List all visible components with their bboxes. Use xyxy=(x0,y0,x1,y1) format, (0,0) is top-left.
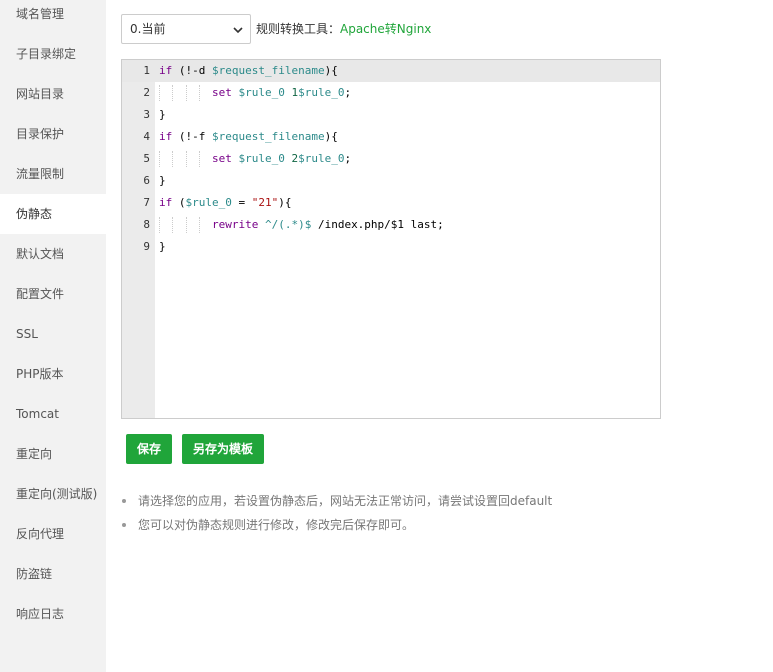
code-line: 3} xyxy=(122,104,660,126)
sidebar-item[interactable]: 重定向 xyxy=(0,434,106,474)
line-number: 8 xyxy=(143,218,150,231)
bullet-icon xyxy=(122,499,126,503)
sidebar-item[interactable]: 防盗链 xyxy=(0,554,106,594)
code-token: ^/(.*) xyxy=(258,218,305,231)
sidebar-item[interactable]: 子目录绑定 xyxy=(0,34,106,74)
code-line: 9} xyxy=(122,236,660,258)
code-token: $rule_0 xyxy=(298,86,345,99)
help-note: 您可以对伪静态规则进行修改，修改完后保存即可。 xyxy=(120,515,552,539)
sidebar-item[interactable]: 配置文件 xyxy=(0,274,106,314)
sidebar-item[interactable]: 反向代理 xyxy=(0,514,106,554)
code-token: (!-d xyxy=(172,64,212,77)
code-token: $rule_0 xyxy=(238,86,285,99)
code-token: rewrite xyxy=(211,218,259,231)
line-number: 6 xyxy=(143,174,150,187)
sidebar-item[interactable]: 默认文档 xyxy=(0,234,106,274)
code-token: /index.php/$1 last; xyxy=(311,218,444,231)
sidebar: 域名管理 子目录绑定 网站目录 目录保护 流量限制 伪静态 默认文档 配置文件 SSL PHP版本… xyxy=(0,0,106,672)
code-token: ; xyxy=(344,152,352,165)
code-text: if (!-d $request_filename){ xyxy=(159,60,338,82)
save-as-template-button[interactable]: 另存为模板 xyxy=(182,434,264,464)
line-number: 7 xyxy=(143,196,150,209)
code-token: ; xyxy=(344,86,352,99)
code-token: } xyxy=(159,174,166,187)
code-token: if xyxy=(159,130,173,143)
code-token: set xyxy=(211,86,232,99)
code-text: set $rule_0 2$rule_0; xyxy=(159,148,351,170)
sidebar-item[interactable]: PHP版本 xyxy=(0,354,106,394)
code-token: if xyxy=(159,64,173,77)
code-token: $rule_0 xyxy=(185,196,232,209)
help-note-text: 请选择您的应用，若设置伪静态后，网站无法正常访问，请尝试设置回default xyxy=(138,494,553,508)
code-token: (!-f xyxy=(172,130,212,143)
code-token: $rule_0 xyxy=(238,152,285,165)
sidebar-item[interactable]: 域名管理 xyxy=(0,0,106,34)
code-token: $request_filename xyxy=(212,130,325,143)
line-number: 4 xyxy=(143,130,150,143)
help-note-text: 您可以对伪静态规则进行修改，修改完后保存即可。 xyxy=(138,518,415,532)
version-select-value: 0.当前 xyxy=(130,22,166,36)
sidebar-item[interactable]: 网站目录 xyxy=(0,74,106,114)
code-text: if (!-f $request_filename){ xyxy=(159,126,338,148)
bullet-icon xyxy=(122,523,126,527)
sidebar-item[interactable]: SSL xyxy=(0,314,106,354)
code-line: 5 set $rule_0 2$rule_0; xyxy=(122,148,660,170)
code-token: $rule_0 xyxy=(298,152,345,165)
code-token: ){ xyxy=(278,196,292,209)
code-text: } xyxy=(159,104,166,126)
code-line: 1 if (!-d $request_filename){ xyxy=(122,60,660,82)
version-select[interactable]: 0.当前 xyxy=(121,14,251,44)
chevron-down-icon xyxy=(233,27,243,34)
rewrite-code-editor[interactable]: 1 if (!-d $request_filename){2 set $rule_… xyxy=(121,59,661,419)
code-line: 7 if ($rule_0 = "21"){ xyxy=(122,192,660,214)
code-text: set $rule_0 1$rule_0; xyxy=(159,82,351,104)
line-number: 3 xyxy=(143,108,150,121)
code-text: } xyxy=(159,170,166,192)
code-token: ){ xyxy=(324,130,338,143)
code-line: 8 rewrite ^/(.*)$ /index.php/$1 last; xyxy=(122,214,660,236)
help-note: 请选择您的应用，若设置伪静态后，网站无法正常访问，请尝试设置回default xyxy=(120,491,552,515)
line-number: 9 xyxy=(143,240,150,253)
code-line: 2 set $rule_0 1$rule_0; xyxy=(122,82,660,104)
code-token: $request_filename xyxy=(212,64,325,77)
line-number: 2 xyxy=(143,86,150,99)
sidebar-item[interactable]: 重定向(测试版) xyxy=(0,474,106,514)
help-notes: 请选择您的应用，若设置伪静态后，网站无法正常访问，请尝试设置回default 您可… xyxy=(120,491,552,539)
sidebar-item[interactable]: 响应日志 xyxy=(0,594,106,634)
sidebar-item[interactable]: Tomcat xyxy=(0,394,106,434)
sidebar-item[interactable]: 流量限制 xyxy=(0,154,106,194)
code-token: } xyxy=(159,108,166,121)
code-token: ( xyxy=(172,196,186,209)
code-text: rewrite ^/(.*)$ /index.php/$1 last; xyxy=(159,214,444,236)
code-token: set xyxy=(211,152,232,165)
code-line: 6} xyxy=(122,170,660,192)
apache-to-nginx-link[interactable]: Apache转Nginx xyxy=(340,14,431,44)
converter-label: 规则转换工具： xyxy=(256,22,341,36)
code-text: } xyxy=(159,236,166,258)
sidebar-item[interactable]: 伪静态 xyxy=(0,194,106,234)
code-token: } xyxy=(159,240,166,253)
code-token: ){ xyxy=(324,64,338,77)
code-line: 4 if (!-f $request_filename){ xyxy=(122,126,660,148)
code-token: if xyxy=(159,196,173,209)
code-text: if ($rule_0 = "21"){ xyxy=(159,192,291,214)
save-button[interactable]: 保存 xyxy=(126,434,172,464)
code-token: "21" xyxy=(251,196,279,209)
code-token: = xyxy=(231,196,252,209)
line-number: 1 xyxy=(143,64,150,77)
sidebar-item[interactable]: 目录保护 xyxy=(0,114,106,154)
line-number: 5 xyxy=(143,152,150,165)
